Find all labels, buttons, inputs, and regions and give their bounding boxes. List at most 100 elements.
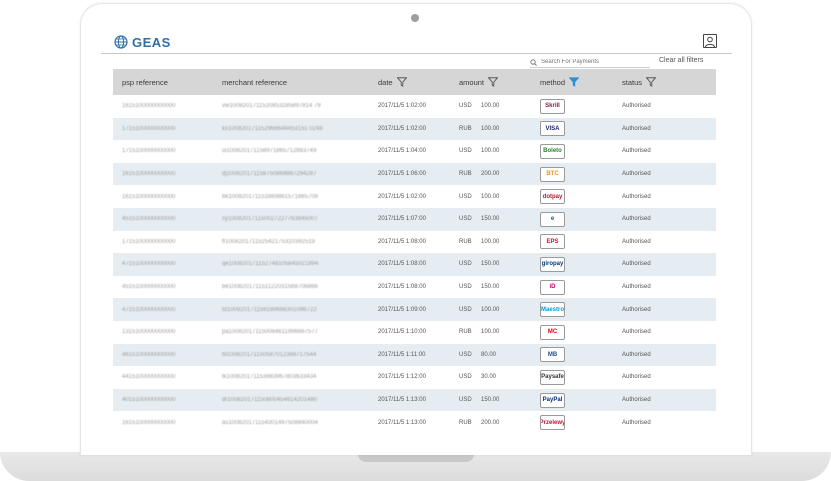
psp-reference-cell: 4415100000000000 — [122, 374, 176, 381]
column-header-merchant-reference[interactable]: merchant reference — [222, 69, 287, 95]
amount-cell: 100.00 — [481, 148, 500, 155]
method-cell: PayPal — [540, 389, 565, 412]
column-header-psp-reference[interactable]: psp reference — [122, 69, 168, 95]
psp-reference-cell: 1715100000000000 — [122, 238, 176, 245]
currency-cell: RUB — [459, 419, 472, 426]
clear-all-filters-link[interactable]: Clear all filters — [659, 57, 703, 64]
amount-cell: 150.00 — [481, 216, 500, 223]
amount-cell: 150.00 — [481, 284, 500, 291]
merchant-reference-cell: as100820171154301497508840004 — [222, 419, 318, 426]
table-row[interactable]: 1615100000000000 dj1008201711587508688872… — [113, 162, 716, 186]
amount-cell: 80.00 — [481, 351, 497, 358]
logo[interactable]: GEAS — [114, 34, 171, 50]
table-row[interactable]: 4015100000000000 dr1008201711508004546142… — [113, 388, 716, 412]
status-cell: Authorised — [622, 397, 651, 404]
date-cell: 2017/11/5 1:02:00 — [378, 193, 426, 200]
table-row[interactable]: 4515100000000000 sy1008201711500272277638… — [113, 207, 716, 231]
merchant-reference-cell: qe100820171152748105845021894 — [222, 261, 319, 268]
table-row[interactable]: 4415100000000000 tk1008201711539839678036… — [113, 366, 716, 389]
amount-cell: 200.00 — [481, 419, 500, 426]
merchant-reference-cell: td100820171158189688301086722 — [222, 306, 317, 313]
table-row[interactable]: 4515100000000000 be1008201711511220315687… — [113, 275, 716, 299]
payment-method-logo: EPS — [540, 234, 565, 250]
amount-cell: 150.00 — [481, 397, 500, 404]
user-account-button[interactable] — [703, 34, 717, 48]
column-header-method[interactable]: method — [540, 69, 580, 95]
method-cell: iD — [540, 276, 565, 299]
column-header-amount[interactable]: amount — [459, 69, 499, 95]
globe-icon — [114, 35, 128, 49]
table-row[interactable]: 1615100000000000 bk1008201711516698615716… — [113, 185, 716, 208]
table-row[interactable]: 1615100000000000 as1008201711543014975088… — [113, 411, 716, 434]
psp-reference-cell: 1615100000000000 — [122, 103, 176, 110]
table-row[interactable]: 1315100000000000 pa1008201711500846119966… — [113, 320, 716, 344]
method-cell: EPS — [540, 231, 565, 254]
method-cell: Maestro — [540, 298, 565, 321]
status-cell: Authorised — [622, 171, 651, 178]
merchant-reference-cell: bl100820171150587012388717544 — [222, 351, 317, 358]
currency-cell: RUB — [459, 238, 472, 245]
column-label: method — [540, 77, 566, 87]
payment-method-logo: dotpay — [540, 189, 565, 205]
currency-cell: RUB — [459, 329, 472, 336]
filter-icon[interactable] — [488, 77, 499, 87]
status-cell: Authorised — [622, 261, 651, 268]
payment-method-logo: PayPal — [540, 392, 565, 408]
table-row[interactable]: 4715100000000000 qe1008201711527481058450… — [113, 253, 716, 276]
payment-method-logo: MB — [540, 347, 565, 363]
filter-icon[interactable] — [646, 77, 657, 87]
merchant-reference-cell: dj100820171158750868887294287 — [222, 171, 317, 178]
table-row[interactable]: 4715100000000000 td1008201711581896883010… — [113, 298, 716, 321]
status-cell: Authorised — [622, 216, 651, 223]
currency-cell: USD — [459, 397, 472, 404]
filter-icon[interactable] — [396, 77, 407, 87]
payment-method-logo: Skrill — [540, 98, 565, 114]
currency-cell: USD — [459, 374, 472, 381]
date-cell: 2017/11/5 1:08:00 — [378, 261, 426, 268]
currency-cell: USD — [459, 148, 472, 155]
date-cell: 2017/11/5 1:08:00 — [378, 238, 426, 245]
currency-cell: USD — [459, 216, 472, 223]
currency-cell: USD — [459, 103, 472, 110]
filter-active-icon[interactable] — [569, 77, 580, 87]
table-row[interactable]: 4615100000000000 bl1008201711505870123887… — [113, 343, 716, 367]
merchant-reference-cell: ui100820171158971865712883749 — [222, 148, 317, 155]
payment-method-logo: Paysafe — [540, 369, 565, 385]
payment-method-logo: MC — [540, 324, 565, 340]
column-header-date[interactable]: date — [378, 69, 407, 95]
psp-reference-cell: 1615100000000000 — [122, 419, 176, 426]
table-header: psp reference merchant reference date am… — [113, 69, 716, 95]
amount-cell: 100.00 — [481, 306, 500, 313]
merchant-reference-cell: be100820171151122031568706866 — [222, 284, 318, 291]
currency-cell: USD — [459, 193, 472, 200]
date-cell: 2017/11/5 1:02:00 — [378, 125, 426, 132]
table-row[interactable]: 1715100000000000 ui1008201711589718657128… — [113, 140, 716, 163]
status-cell: Authorised — [622, 238, 651, 245]
payment-method-logo: BTC — [540, 166, 565, 182]
table-row[interactable]: 1715100000000000 ff1008201711525421753103… — [113, 230, 716, 254]
column-label: status — [622, 77, 643, 87]
search-input[interactable] — [541, 59, 641, 65]
psp-reference-cell: 4515100000000000 — [122, 216, 176, 223]
payment-method-logo: VISA — [540, 121, 565, 137]
method-cell: BTC — [540, 163, 565, 186]
column-header-status[interactable]: status — [622, 69, 657, 95]
psp-reference-cell: 4715100000000000 — [122, 306, 176, 313]
payment-method-logo: e — [540, 211, 565, 227]
merchant-reference-cell: tk100820171153983967803633434 — [222, 374, 317, 381]
amount-cell: 100.00 — [481, 125, 500, 132]
table-row[interactable]: 1715100000000000 kx1008201711529686494531… — [113, 117, 716, 141]
payments-table: psp reference merchant reference date am… — [113, 69, 716, 434]
merchant-reference-cell: bk100820171151669861571665709 — [222, 193, 318, 200]
app-screen: GEAS Clear all filters psp reference mer… — [101, 29, 732, 453]
psp-reference-cell: 1315100000000000 — [122, 329, 176, 336]
column-label: amount — [459, 77, 485, 87]
camera-icon — [411, 14, 419, 22]
psp-reference-cell: 4515100000000000 — [122, 284, 176, 291]
table-row[interactable]: 1615100000000000 vw1008201711520853285897… — [113, 95, 716, 118]
status-cell: Authorised — [622, 103, 651, 110]
method-cell: Paysafe — [540, 366, 565, 389]
amount-cell: 30.00 — [481, 374, 497, 381]
method-cell: MC — [540, 321, 565, 344]
date-cell: 2017/11/5 1:11:00 — [378, 351, 426, 358]
